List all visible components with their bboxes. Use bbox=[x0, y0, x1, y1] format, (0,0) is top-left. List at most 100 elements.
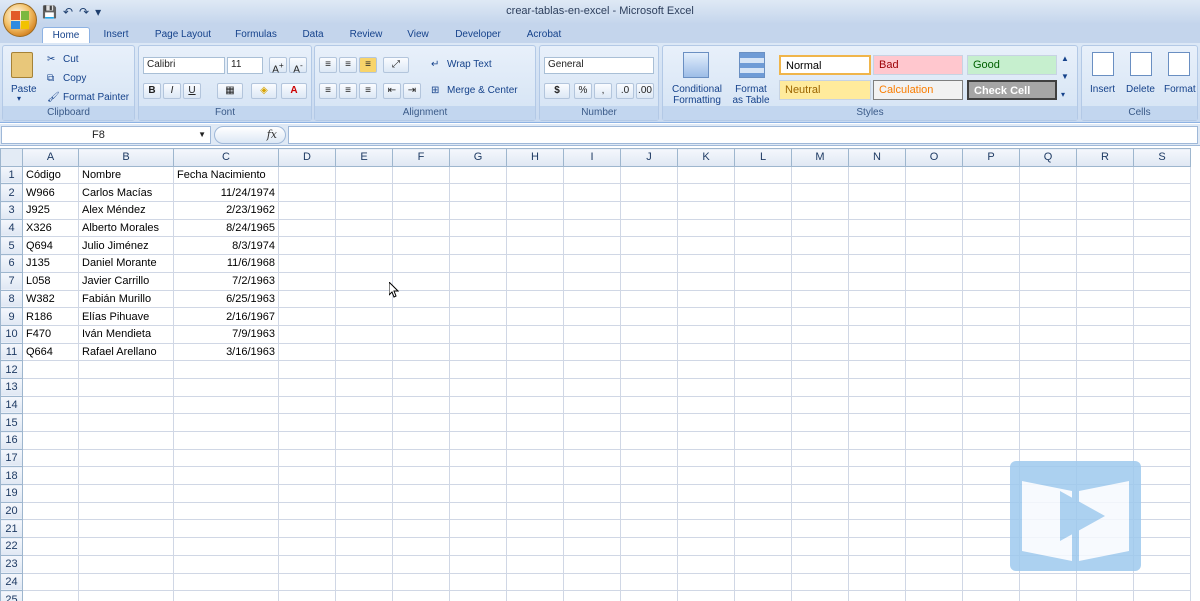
cell[interactable]: Carlos Macías bbox=[78, 183, 174, 203]
cell[interactable] bbox=[22, 395, 79, 415]
cell[interactable] bbox=[506, 289, 564, 309]
cell[interactable] bbox=[22, 572, 79, 592]
cell[interactable] bbox=[848, 484, 906, 503]
cell[interactable]: Código bbox=[22, 165, 79, 185]
wrap-text-button[interactable]: Wrap Text bbox=[447, 59, 492, 70]
cell[interactable] bbox=[563, 201, 621, 220]
delete-icon[interactable] bbox=[1130, 52, 1152, 76]
cell[interactable] bbox=[78, 413, 174, 432]
cell[interactable] bbox=[620, 395, 678, 415]
styles-more-icon[interactable]: ▾ bbox=[1061, 90, 1065, 99]
cell[interactable] bbox=[962, 165, 1020, 185]
cell[interactable] bbox=[506, 554, 564, 574]
cell[interactable] bbox=[677, 572, 735, 592]
cell[interactable] bbox=[563, 377, 621, 397]
cell[interactable] bbox=[1019, 307, 1077, 326]
cell[interactable] bbox=[278, 201, 336, 220]
cell[interactable] bbox=[278, 183, 336, 203]
conditional-formatting-icon[interactable] bbox=[683, 52, 709, 78]
cell[interactable] bbox=[905, 183, 963, 203]
row-header[interactable]: 20 bbox=[0, 501, 23, 521]
cell[interactable] bbox=[620, 201, 678, 220]
cell[interactable] bbox=[506, 501, 564, 521]
cell[interactable] bbox=[392, 572, 450, 592]
cell[interactable] bbox=[848, 201, 906, 220]
cell[interactable] bbox=[620, 484, 678, 503]
cell[interactable]: Alex Méndez bbox=[78, 201, 174, 220]
cell[interactable] bbox=[848, 519, 906, 539]
cell[interactable] bbox=[1076, 572, 1134, 592]
cell[interactable] bbox=[563, 590, 621, 601]
column-header[interactable]: K bbox=[677, 148, 735, 167]
cell[interactable]: Elías Pihuave bbox=[78, 307, 174, 326]
column-header[interactable]: L bbox=[734, 148, 792, 167]
cell[interactable] bbox=[962, 590, 1020, 601]
cell[interactable] bbox=[1133, 236, 1191, 256]
cell[interactable] bbox=[563, 324, 621, 344]
cell[interactable] bbox=[335, 271, 393, 291]
cut-icon[interactable]: ✂ bbox=[47, 54, 55, 65]
cell[interactable] bbox=[620, 324, 678, 344]
cell[interactable] bbox=[506, 590, 564, 601]
cell[interactable] bbox=[1019, 236, 1077, 256]
merge-center-button[interactable]: Merge & Center bbox=[447, 85, 518, 96]
cell[interactable] bbox=[791, 324, 849, 344]
cell[interactable] bbox=[962, 395, 1020, 415]
row-header[interactable]: 3 bbox=[0, 201, 23, 220]
cell[interactable] bbox=[791, 395, 849, 415]
format-as-table-button[interactable]: Format as Table bbox=[729, 84, 773, 106]
column-header[interactable]: G bbox=[449, 148, 507, 167]
copy-icon[interactable]: ⧉ bbox=[47, 73, 54, 84]
cell[interactable] bbox=[962, 236, 1020, 256]
cell[interactable] bbox=[335, 448, 393, 468]
cell[interactable] bbox=[173, 554, 279, 574]
cell[interactable] bbox=[335, 218, 393, 238]
cell[interactable] bbox=[335, 484, 393, 503]
cell[interactable] bbox=[392, 590, 450, 601]
cell[interactable] bbox=[1019, 590, 1077, 601]
cell[interactable] bbox=[335, 590, 393, 601]
cell[interactable] bbox=[677, 360, 735, 379]
cell[interactable] bbox=[620, 431, 678, 450]
cell[interactable] bbox=[563, 218, 621, 238]
cell[interactable] bbox=[734, 342, 792, 362]
cell[interactable] bbox=[563, 466, 621, 486]
cell[interactable]: Nombre bbox=[78, 165, 174, 185]
cell[interactable] bbox=[335, 572, 393, 592]
cell[interactable] bbox=[335, 254, 393, 273]
cell[interactable] bbox=[78, 572, 174, 592]
cell[interactable]: 8/24/1965 bbox=[173, 218, 279, 238]
cell[interactable] bbox=[563, 484, 621, 503]
cell[interactable] bbox=[677, 324, 735, 344]
cell[interactable] bbox=[848, 183, 906, 203]
cell[interactable] bbox=[734, 466, 792, 486]
cell[interactable]: L058 bbox=[22, 271, 79, 291]
cell[interactable] bbox=[905, 554, 963, 574]
cell[interactable] bbox=[506, 201, 564, 220]
cell[interactable] bbox=[620, 183, 678, 203]
cell[interactable] bbox=[677, 254, 735, 273]
cell[interactable] bbox=[848, 413, 906, 432]
cell[interactable] bbox=[677, 183, 735, 203]
cell[interactable] bbox=[677, 590, 735, 601]
cell[interactable] bbox=[848, 271, 906, 291]
cell[interactable]: R186 bbox=[22, 307, 79, 326]
row-header[interactable]: 2 bbox=[0, 183, 23, 203]
cell[interactable] bbox=[1133, 342, 1191, 362]
cell[interactable] bbox=[734, 484, 792, 503]
cell[interactable] bbox=[1076, 183, 1134, 203]
cell[interactable] bbox=[78, 590, 174, 601]
cell[interactable] bbox=[620, 572, 678, 592]
cell[interactable] bbox=[677, 342, 735, 362]
cell[interactable] bbox=[620, 413, 678, 432]
cell[interactable] bbox=[677, 537, 735, 556]
cell[interactable] bbox=[1076, 377, 1134, 397]
cell[interactable] bbox=[1133, 466, 1191, 486]
cell[interactable] bbox=[392, 342, 450, 362]
row-header[interactable]: 22 bbox=[0, 537, 23, 556]
format-painter-button[interactable]: Format Painter bbox=[63, 92, 129, 103]
row-header[interactable]: 5 bbox=[0, 236, 23, 256]
cell[interactable] bbox=[563, 289, 621, 309]
cell[interactable] bbox=[848, 501, 906, 521]
cell[interactable] bbox=[173, 448, 279, 468]
